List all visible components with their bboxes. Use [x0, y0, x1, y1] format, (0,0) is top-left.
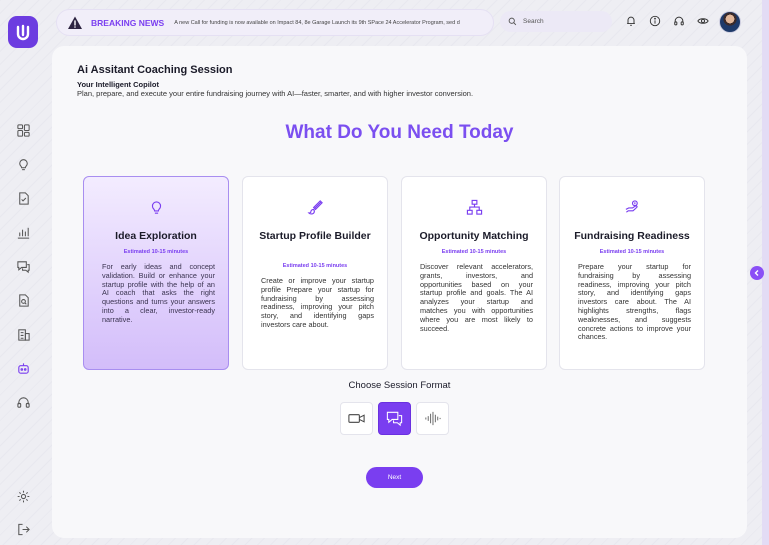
network-icon — [402, 199, 546, 216]
page-description: Plan, prepare, and execute your entire f… — [77, 89, 474, 98]
file-search-icon[interactable] — [12, 289, 34, 311]
topbar: BREAKING NEWS A new Call for funding is … — [56, 9, 745, 37]
video-icon — [348, 414, 365, 423]
chevron-left-icon — [754, 270, 759, 276]
main-panel: Ai Assitant Coaching Session Your Intell… — [52, 46, 747, 538]
info-icon[interactable] — [648, 14, 662, 28]
paintbrush-icon — [243, 199, 387, 216]
page-title: Ai Assitant Coaching Session — [77, 64, 233, 76]
collapse-panel-button[interactable] — [750, 266, 764, 280]
card-title: Fundraising Readiness — [574, 230, 690, 242]
format-video-button[interactable] — [340, 402, 373, 435]
search-icon — [508, 17, 517, 26]
next-button[interactable]: Next — [366, 467, 423, 488]
card-idea-exploration[interactable]: Idea Exploration Estimated 10-15 minutes… — [83, 176, 229, 370]
logout-icon[interactable] — [12, 518, 34, 540]
voice-wave-icon — [425, 411, 441, 426]
robot-icon[interactable] — [12, 357, 34, 379]
session-format-title: Choose Session Format — [348, 380, 451, 391]
search-placeholder: Search — [523, 18, 544, 25]
building-icon[interactable] — [12, 323, 34, 345]
section-heading: What Do You Need Today — [285, 122, 514, 143]
warning-icon — [68, 16, 82, 29]
card-estimate: Estimated 10-15 minutes — [282, 263, 348, 269]
card-estimate: Estimated 10-15 minutes — [599, 249, 665, 255]
card-title: Startup Profile Builder — [259, 230, 371, 242]
bell-icon[interactable] — [624, 14, 638, 28]
chat-icon — [386, 411, 403, 427]
card-title: Idea Exploration — [115, 230, 197, 242]
card-description: Create or improve your startup profile P… — [261, 276, 374, 329]
news-ticker-text: A new Call for funding is now available … — [174, 19, 460, 26]
card-description: For early ideas and concept validation. … — [102, 262, 215, 324]
app-logo[interactable] — [8, 16, 38, 48]
search-input[interactable]: Search — [500, 11, 612, 32]
card-estimate: Estimated 10-15 minutes — [123, 249, 189, 255]
card-description: Prepare your startup for fundraising by … — [578, 262, 691, 342]
eye-icon[interactable] — [696, 14, 710, 28]
card-description: Discover relevant accelerators, grants, … — [420, 262, 533, 333]
card-title: Opportunity Matching — [419, 230, 529, 242]
page-subtitle: Your Intelligent Copilot — [77, 80, 159, 89]
document-check-icon[interactable] — [12, 187, 34, 209]
card-opportunity-matching[interactable]: Opportunity Matching Estimated 10-15 min… — [401, 176, 547, 370]
format-chat-button[interactable] — [378, 402, 411, 435]
user-avatar[interactable] — [719, 11, 741, 33]
settings-gear-icon[interactable] — [12, 485, 34, 507]
bar-chart-icon[interactable] — [12, 221, 34, 243]
card-fundraising-readiness[interactable]: Fundraising Readiness Estimated 10-15 mi… — [559, 176, 705, 370]
dashboard-icon[interactable] — [12, 119, 34, 141]
format-voice-button[interactable] — [416, 402, 449, 435]
breaking-news-label: BREAKING NEWS — [91, 17, 165, 28]
hand-money-icon — [560, 199, 704, 216]
lightbulb-icon — [84, 199, 228, 216]
headset-icon[interactable] — [12, 391, 34, 413]
card-estimate: Estimated 10-15 minutes — [441, 249, 507, 255]
headphones-icon[interactable] — [672, 14, 686, 28]
card-startup-profile-builder[interactable]: Startup Profile Builder Estimated 10-15 … — [242, 176, 388, 370]
sidebar — [0, 0, 48, 545]
chat-bubbles-icon[interactable] — [12, 255, 34, 277]
breaking-news-banner[interactable]: BREAKING NEWS A new Call for funding is … — [56, 9, 494, 36]
lightbulb-icon[interactable] — [12, 153, 34, 175]
